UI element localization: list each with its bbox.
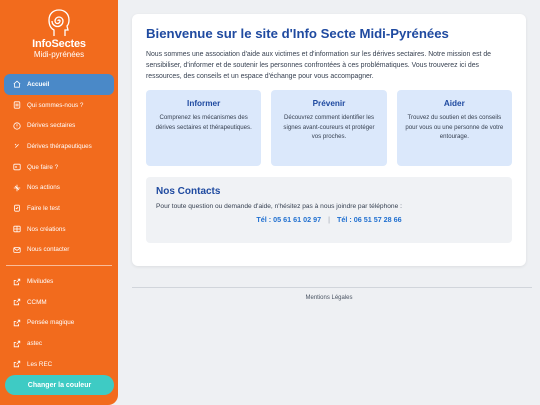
contacts-section: Nos Contacts Pour toute question ou dema…: [146, 177, 512, 243]
alert-icon: [12, 121, 21, 130]
nav-label: Que faire ?: [27, 163, 59, 171]
nav-item-astec[interactable]: astec: [0, 333, 118, 354]
nav-label: Miviludes: [27, 278, 54, 286]
box-text: Découvrez comment identifier les signes …: [283, 114, 375, 140]
external-link-icon: [12, 298, 21, 307]
document-icon: [12, 101, 21, 110]
box-text: Comprenez les mécanismes des dérives sec…: [155, 114, 252, 131]
home-icon: [12, 80, 21, 89]
sparkle-icon: [12, 183, 21, 192]
change-color-button[interactable]: Changer la couleur: [5, 375, 114, 395]
page-title: Bienvenue sur le site d'Info Secte Midi-…: [146, 26, 449, 41]
box-prevenir: Prévenir Découvrez comment identifier le…: [271, 90, 387, 166]
phone-separator: |: [328, 215, 330, 224]
external-link-icon: [12, 318, 21, 327]
gallery-icon: [12, 225, 21, 234]
phone-link-1[interactable]: Tél : 05 61 61 02 97: [256, 215, 321, 224]
logo[interactable]: InfoSectes Midi-pyrénées: [0, 0, 118, 70]
box-text: Trouvez du soutien et des conseils pour …: [405, 114, 504, 140]
main-card: Bienvenue sur le site d'Info Secte Midi-…: [132, 14, 526, 266]
nav-label: Nos créations: [27, 225, 66, 233]
nav-label: astec: [27, 340, 43, 348]
nav-item-nous-contacter[interactable]: Nous contacter: [0, 240, 118, 261]
phone-numbers: Tél : 05 61 61 02 97 | Tél : 06 51 57 28…: [156, 215, 502, 224]
external-link-icon: [12, 277, 21, 286]
nav-item-ccmm[interactable]: CCMM: [0, 292, 118, 313]
nav-item-que-faire[interactable]: Que faire ?: [0, 157, 118, 178]
footer-divider: [132, 287, 532, 288]
nav-label: Dérives sectaires: [27, 122, 76, 130]
intro-text: Nous sommes une association d'aide aux v…: [146, 51, 492, 80]
box-aider: Aider Trouvez du soutien et des conseils…: [396, 90, 512, 166]
nav-label: Nos actions: [27, 184, 60, 192]
box-informer: Informer Comprenez les mécanismes des dé…: [146, 90, 262, 166]
contacts-title: Nos Contacts: [156, 186, 221, 197]
nav-item-miviludes[interactable]: Miviludes: [0, 271, 118, 292]
nav-item-les-rec[interactable]: Les REC: [0, 354, 118, 375]
nav-label: CCMM: [27, 298, 47, 306]
help-icon: [12, 163, 21, 172]
nav-label: Accueil: [27, 80, 50, 88]
nav-label: Pensée magique: [27, 319, 75, 327]
nav-label: Dérives thérapeutiques: [27, 142, 92, 150]
nav-divider: [6, 265, 112, 267]
main-nav: Accueil Qui sommes-nous ? Dérives sectai…: [0, 74, 118, 375]
nav-item-nos-actions[interactable]: Nos actions: [0, 177, 118, 198]
nav-item-nos-creations[interactable]: Nos créations: [0, 219, 118, 240]
nav-item-pensee-magique[interactable]: Pensée magique: [0, 313, 118, 334]
pill-icon: [12, 142, 21, 151]
nav-item-derives-sectaires[interactable]: Dérives sectaires: [0, 115, 118, 136]
clipboard-icon: [12, 204, 21, 213]
mail-icon: [12, 245, 21, 254]
box-title: Aider: [443, 99, 465, 108]
nav-item-derives-therapeutiques[interactable]: Dérives thérapeutiques: [0, 136, 118, 157]
box-title: Prévenir: [312, 99, 346, 108]
external-link-icon: [12, 360, 21, 369]
sidebar: InfoSectes Midi-pyrénées Accueil Qui som…: [0, 0, 118, 405]
nav-label: Nous contacter: [27, 246, 70, 254]
nav-label: Qui sommes-nous ?: [27, 101, 84, 109]
feature-boxes: Informer Comprenez les mécanismes des dé…: [146, 90, 512, 166]
logo-subtitle: Midi-pyrénées: [33, 50, 85, 59]
box-title: Informer: [187, 99, 221, 108]
mentions-legales-link[interactable]: Mentions Légales: [305, 295, 352, 301]
phone-link-2[interactable]: Tél : 06 51 57 28 66: [337, 215, 402, 224]
nav-item-accueil[interactable]: Accueil: [4, 74, 114, 95]
nav-label: Faire le test: [27, 204, 60, 212]
footer: Mentions Légales: [132, 295, 526, 301]
logo-title: InfoSectes: [32, 38, 86, 50]
contacts-text: Pour toute question ou demande d'aide, n…: [156, 203, 402, 210]
nav-label: Les REC: [27, 360, 53, 368]
external-link-icon: [12, 339, 21, 348]
nav-item-faire-le-test[interactable]: Faire le test: [0, 198, 118, 219]
spiral-head-icon: [48, 9, 70, 36]
nav-item-qui-sommes-nous[interactable]: Qui sommes-nous ?: [0, 95, 118, 116]
